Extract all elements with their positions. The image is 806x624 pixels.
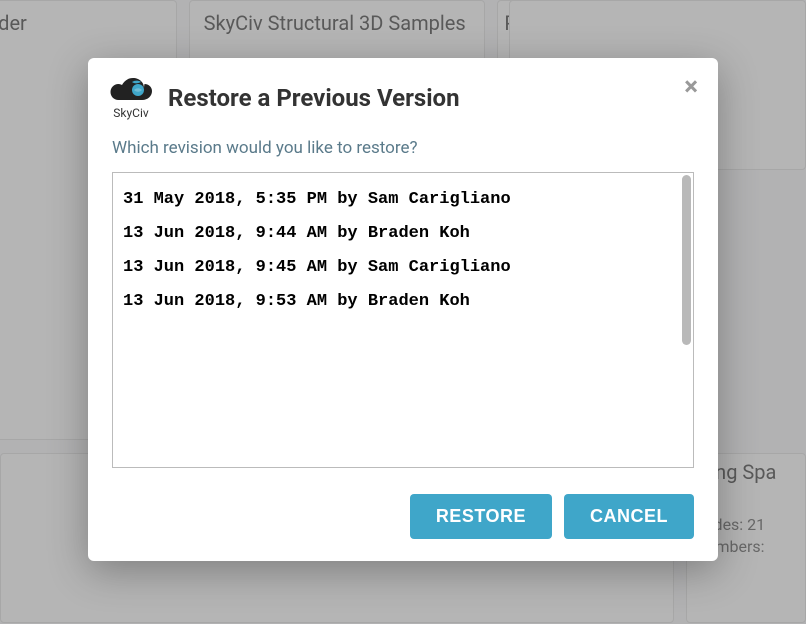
close-icon[interactable]: × <box>684 74 698 100</box>
modal-prompt: Which revision would you like to restore… <box>112 138 698 158</box>
cloud-logo-icon <box>108 76 154 106</box>
revision-item[interactable]: 13 Jun 2018, 9:45 AM by Sam Carigliano <box>123 251 683 285</box>
revision-list: 31 May 2018, 5:35 PM by Sam Carigliano13… <box>112 172 694 468</box>
modal-title: Restore a Previous Version <box>168 84 460 112</box>
logo-text: SkyCiv <box>113 106 148 120</box>
revision-item[interactable]: 13 Jun 2018, 9:44 AM by Braden Koh <box>123 217 683 251</box>
scrollbar-track[interactable] <box>681 175 691 465</box>
modal-header: SkyCiv Restore a Previous Version <box>108 76 698 120</box>
modal-overlay: SkyCiv Restore a Previous Version × Whic… <box>0 0 806 624</box>
skyciv-logo: SkyCiv <box>108 76 154 120</box>
scrollbar-thumb[interactable] <box>682 175 691 345</box>
revision-item[interactable]: 31 May 2018, 5:35 PM by Sam Carigliano <box>123 183 683 217</box>
revision-item[interactable]: 13 Jun 2018, 9:53 AM by Braden Koh <box>123 285 683 319</box>
restore-version-modal: SkyCiv Restore a Previous Version × Whic… <box>88 58 718 561</box>
cancel-button[interactable]: CANCEL <box>564 494 694 539</box>
restore-button[interactable]: RESTORE <box>410 494 552 539</box>
modal-footer: RESTORE CANCEL <box>108 494 698 539</box>
